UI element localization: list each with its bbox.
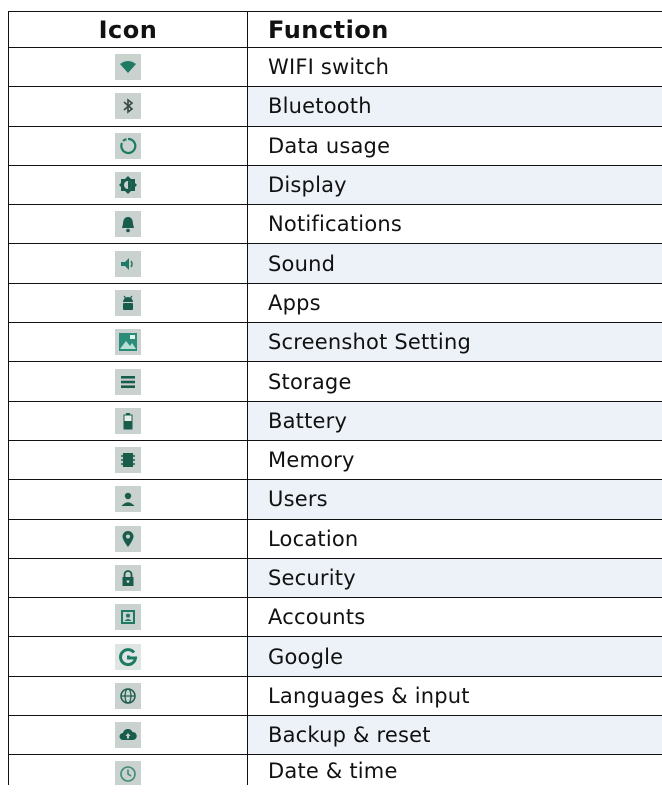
table-row: Users [8,480,662,520]
function-label: Storage [268,369,352,394]
function-label: Notifications [268,212,403,237]
function-label: Display [248,165,662,205]
image-icon [115,329,141,356]
wifi-icon [115,54,141,81]
table-header-row: Icon Function [8,12,662,48]
table-row: Sound [8,244,662,284]
function-label: Data usage [268,133,391,158]
table-row: Storage [8,362,662,402]
function-label: Battery [248,401,662,440]
function-label: Users [248,480,662,519]
table-row: Display [8,165,662,206]
function-label: Accounts [268,605,366,630]
function-label: Location [268,526,359,551]
settings-icon-table: Icon Function WIFI switch Bluetooth Data… [8,11,662,786]
table-row: Memory [8,440,662,481]
function-label: Bluetooth [248,87,662,126]
table-row: Date & time [8,755,662,786]
table-row: Google [8,637,662,677]
table-row: Data usage [8,126,662,166]
battery-icon [115,407,141,434]
display-icon [115,172,141,199]
storage-icon [115,368,141,395]
function-label: Languages & input [268,683,470,708]
function-column-header: Function [268,15,389,44]
function-label: Backup & reset [248,716,662,755]
table-row: Notifications [8,205,662,245]
function-label: Security [248,558,662,598]
function-label: Memory [268,448,355,473]
icon-column-header: Icon [8,12,248,47]
table-row: Location [8,519,662,559]
memory-icon [115,447,141,474]
lock-icon [115,565,141,591]
table-row: Apps [8,283,662,324]
google-icon [115,643,141,670]
bluetooth-icon [115,93,141,120]
table-row: Battery [8,401,662,441]
table-row: Security [8,558,662,599]
cloud-upload-icon [115,722,141,749]
clock-icon [115,761,141,786]
function-label: Sound [248,244,662,283]
android-icon [115,289,141,316]
bell-icon [115,211,141,238]
globe-icon [115,682,141,709]
location-pin-icon [115,525,141,552]
data-usage-icon [115,132,141,159]
table-row: Bluetooth [8,87,662,127]
table-row: WIFI switch [8,48,662,88]
table-row: Screenshot Setting [8,323,662,363]
table-row: Accounts [8,598,662,638]
function-label: Google [248,637,662,676]
table-row: Backup & reset [8,716,662,756]
table-row: Languages & input [8,676,662,717]
function-label: Date & time [268,759,398,784]
function-label: WIFI switch [268,55,390,80]
function-label: Screenshot Setting [248,323,662,362]
speaker-icon [115,250,141,277]
account-box-icon [115,604,141,631]
function-label: Apps [268,290,321,315]
user-icon [115,486,141,513]
